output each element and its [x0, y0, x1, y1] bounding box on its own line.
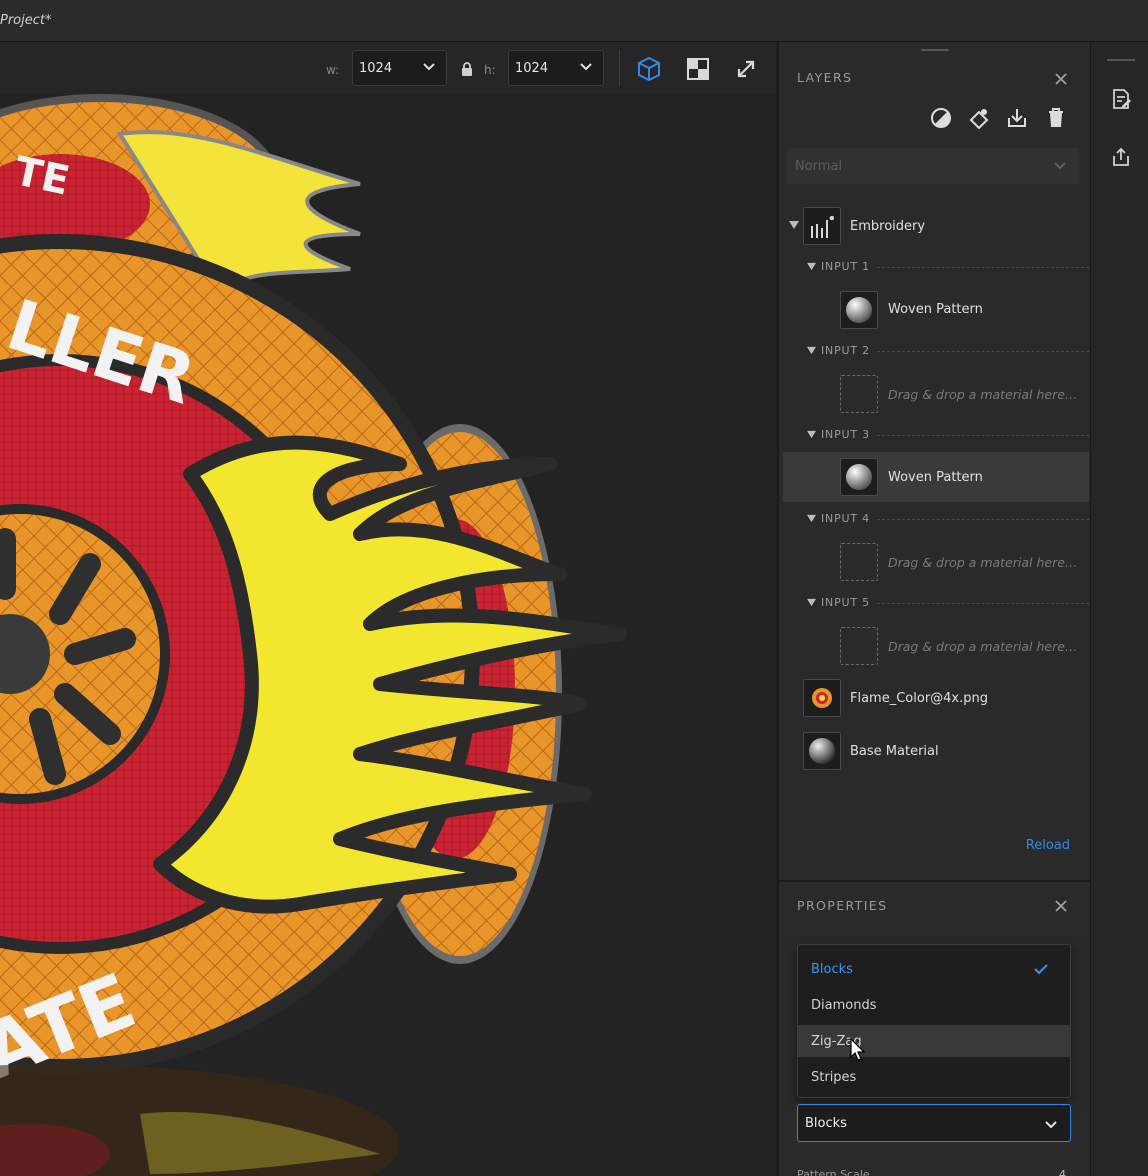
material-thumbnail [840, 458, 878, 496]
export-icon[interactable] [1005, 106, 1029, 130]
pattern-dropdown-list: Blocks Diamonds Zig-Zag Stripes [797, 944, 1071, 1098]
share-icon[interactable] [1110, 146, 1132, 168]
mouse-cursor-icon [850, 1038, 866, 1061]
width-select[interactable]: 1024 [352, 50, 447, 86]
layer-name: Flame_Color@4x.png [850, 691, 988, 706]
viewport[interactable]: w: 1024 h: 1024 LLER ATE TE [0, 42, 776, 1176]
collapse-triangle-icon [807, 430, 816, 439]
group-name: Embroidery [850, 219, 926, 234]
input-header-1[interactable]: INPUT 1 [807, 260, 1089, 274]
drop-hint: Drag & drop a material here… [888, 639, 1078, 654]
panel-grip[interactable] [921, 49, 949, 51]
panel-grip[interactable] [1107, 59, 1135, 61]
layers-title: LAYERS [797, 70, 853, 85]
collapse-triangle-icon [807, 514, 816, 523]
sewing-needle-icon [811, 215, 834, 238]
drop-hint: Drag & drop a material here… [888, 387, 1078, 402]
close-icon[interactable] [1054, 899, 1068, 913]
collapse-triangle-icon [807, 598, 816, 607]
input-slot-5[interactable]: Drag & drop a material here… [783, 621, 1089, 671]
title-bar: Project* [0, 0, 1148, 42]
layers-panel: LAYERS Normal Embroidery INPUT 1 Woven P… [778, 42, 1090, 880]
material-thumbnail [840, 291, 878, 329]
chevron-down-icon [580, 63, 592, 71]
material-sphere-icon [846, 297, 872, 323]
check-icon [1034, 964, 1048, 975]
reload-link[interactable]: Reload [1026, 838, 1070, 853]
material-sphere-icon [846, 464, 872, 490]
base-thumbnail [803, 732, 841, 770]
material-name: Woven Pattern [888, 470, 983, 485]
collapse-triangle-icon [807, 346, 816, 355]
viewport-toolbar: w: 1024 h: 1024 [0, 42, 776, 94]
edit-document-icon[interactable] [1110, 88, 1132, 110]
image-thumbnail-icon [812, 688, 832, 708]
layer-group-embroidery[interactable]: Embroidery [783, 202, 1089, 252]
3d-view-icon[interactable] [636, 56, 662, 82]
pattern-scale-value[interactable]: 4 [1059, 1168, 1066, 1176]
input-header-5[interactable]: INPUT 5 [807, 596, 1089, 610]
empty-drop-slot [840, 375, 878, 413]
empty-drop-slot [840, 627, 878, 665]
layer-flame-color[interactable]: Flame_Color@4x.png [783, 674, 1089, 724]
flame-thumbnail [803, 679, 841, 717]
window-title: Project* [0, 13, 52, 28]
material-sphere-icon [809, 738, 835, 764]
fill-icon[interactable] [967, 106, 991, 130]
input-slot-3[interactable]: Woven Pattern [783, 452, 1089, 502]
properties-title: PROPERTIES [797, 898, 888, 913]
chevron-down-icon [1054, 162, 1066, 170]
fullscreen-icon[interactable] [733, 56, 759, 82]
blend-mode-select[interactable]: Normal [787, 148, 1079, 184]
embroidery-thumbnail [803, 207, 841, 245]
width-value: 1024 [359, 61, 393, 76]
input-header-4[interactable]: INPUT 4 [807, 512, 1089, 526]
input-header-3[interactable]: INPUT 3 [807, 428, 1089, 442]
embroidery-patch-render[interactable]: LLER ATE TE [0, 94, 776, 1176]
trash-icon[interactable] [1044, 106, 1068, 130]
side-toolbar [1090, 42, 1148, 1176]
option-diamonds[interactable]: Diamonds [798, 989, 1070, 1021]
lock-icon[interactable] [461, 62, 473, 76]
properties-panel: PROPERTIES Blocks Diamonds Zig-Zag Strip… [778, 880, 1090, 1176]
mask-icon[interactable] [929, 106, 953, 130]
input-header-2[interactable]: INPUT 2 [807, 344, 1089, 358]
height-select[interactable]: 1024 [508, 50, 604, 86]
collapse-triangle-icon [807, 262, 816, 271]
width-label: w: [326, 63, 340, 77]
pattern-scale-label: Pattern Scale [797, 1168, 870, 1176]
toolbar-divider [619, 50, 620, 86]
option-zig-zag[interactable]: Zig-Zag [798, 1025, 1070, 1057]
pattern-select[interactable]: Blocks [797, 1104, 1071, 1142]
chevron-down-icon [423, 63, 435, 71]
chevron-down-icon [1045, 1121, 1057, 1129]
input-slot-2[interactable]: Drag & drop a material here… [783, 369, 1089, 419]
height-value: 1024 [515, 61, 549, 76]
material-name: Woven Pattern [888, 302, 983, 317]
2d-view-icon[interactable] [685, 56, 711, 82]
close-icon[interactable] [1054, 72, 1068, 86]
layer-base-material[interactable]: Base Material [783, 727, 1089, 777]
input-slot-1[interactable]: Woven Pattern [783, 285, 1089, 335]
empty-drop-slot [840, 543, 878, 581]
layer-name: Base Material [850, 744, 939, 759]
height-label: h: [484, 63, 496, 77]
blend-mode-value: Normal [795, 159, 843, 174]
pattern-value: Blocks [805, 1116, 847, 1131]
option-blocks[interactable]: Blocks [798, 953, 1070, 985]
option-stripes[interactable]: Stripes [798, 1061, 1070, 1093]
input-slot-4[interactable]: Drag & drop a material here… [783, 537, 1089, 587]
drop-hint: Drag & drop a material here… [888, 555, 1078, 570]
